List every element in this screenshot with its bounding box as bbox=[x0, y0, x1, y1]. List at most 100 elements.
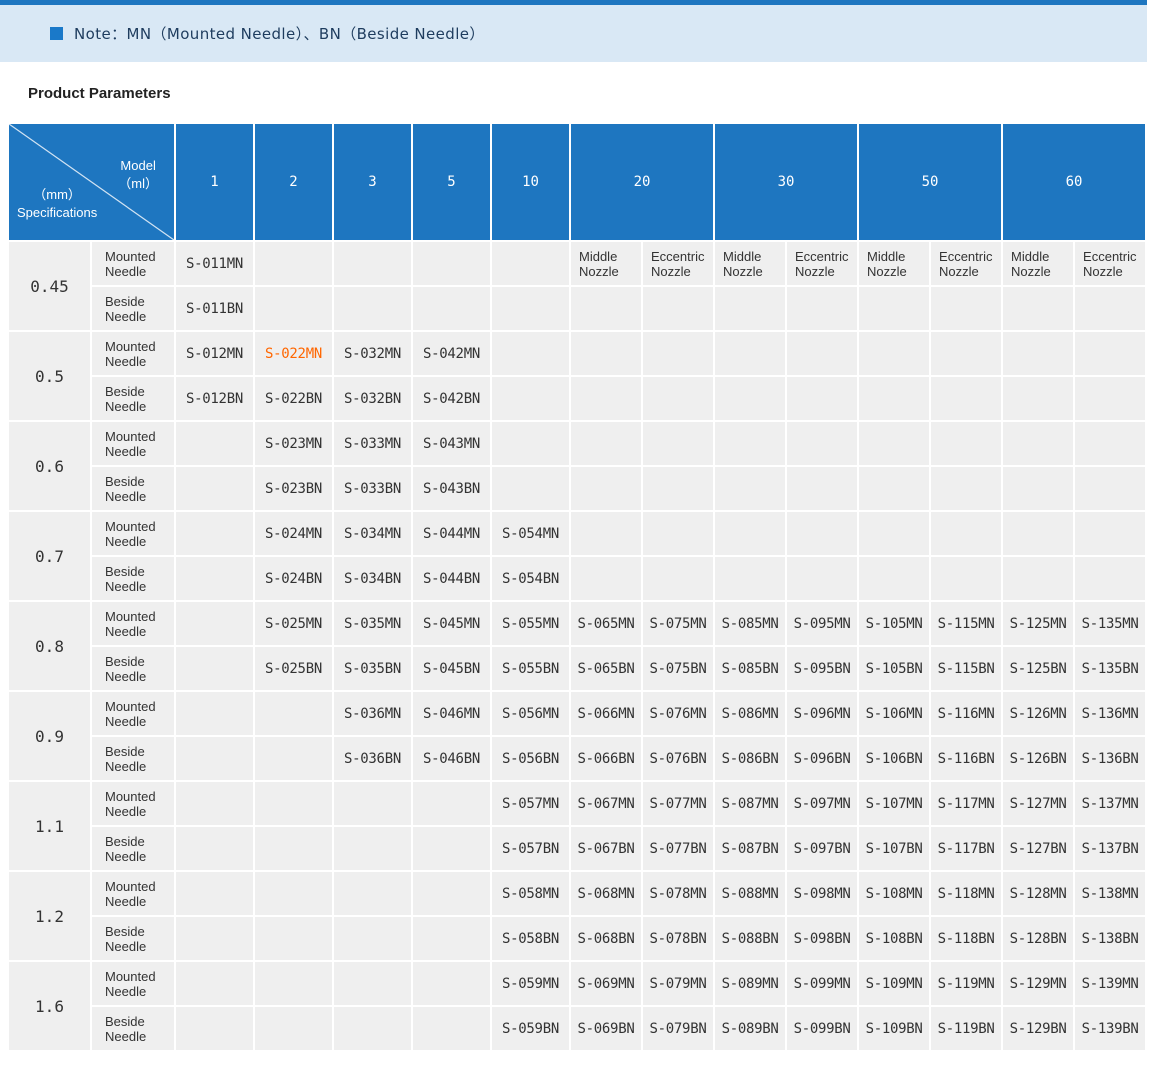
empty-cell bbox=[255, 692, 332, 735]
empty-cell bbox=[643, 377, 713, 420]
model-cell: S-118BN bbox=[931, 917, 1001, 960]
empty-cell bbox=[176, 1007, 253, 1050]
empty-cell bbox=[571, 422, 641, 465]
model-cell: S-118MN bbox=[931, 872, 1001, 915]
model-cell: S-054MN bbox=[492, 512, 569, 555]
empty-cell bbox=[787, 377, 857, 420]
corner-spec-text: Specifications bbox=[17, 204, 97, 222]
empty-cell bbox=[715, 467, 785, 510]
model-cell-highlighted[interactable]: S-022MN bbox=[255, 332, 332, 375]
mounted-needle-label: Mounted Needle bbox=[92, 512, 174, 555]
empty-cell bbox=[255, 827, 332, 870]
model-cell: S-033MN bbox=[334, 422, 411, 465]
model-cell: S-125MN bbox=[1003, 602, 1073, 645]
beside-needle-label: Beside Needle bbox=[92, 737, 174, 780]
empty-cell bbox=[334, 962, 411, 1005]
model-cell: S-069MN bbox=[571, 962, 641, 1005]
model-cell: S-067BN bbox=[571, 827, 641, 870]
model-cell: S-086MN bbox=[715, 692, 785, 735]
model-cell: S-034MN bbox=[334, 512, 411, 555]
empty-cell bbox=[931, 512, 1001, 555]
empty-cell bbox=[334, 782, 411, 825]
model-cell: S-137MN bbox=[1075, 782, 1145, 825]
model-cell: S-109MN bbox=[859, 962, 929, 1005]
model-cell: S-126MN bbox=[1003, 692, 1073, 735]
empty-cell bbox=[334, 827, 411, 870]
table-row: Beside NeedleS-024BNS-034BNS-044BNS-054B… bbox=[9, 557, 1145, 600]
table-row: 0.9Mounted NeedleS-036MNS-046MNS-056MNS-… bbox=[9, 692, 1145, 735]
table-row: 1.6Mounted NeedleS-059MNS-069MNS-079MNS-… bbox=[9, 962, 1145, 1005]
empty-cell bbox=[787, 512, 857, 555]
beside-needle-label: Beside Needle bbox=[92, 1007, 174, 1050]
spec-value: 0.45 bbox=[9, 242, 90, 330]
model-cell: S-046MN bbox=[413, 692, 490, 735]
model-cell: S-107BN bbox=[859, 827, 929, 870]
empty-cell bbox=[413, 782, 490, 825]
empty-cell bbox=[859, 422, 929, 465]
table-row: Beside NeedleS-025BNS-035BNS-045BNS-055B… bbox=[9, 647, 1145, 690]
model-cell: S-098BN bbox=[787, 917, 857, 960]
model-cell: S-096BN bbox=[787, 737, 857, 780]
empty-cell bbox=[334, 872, 411, 915]
empty-cell bbox=[787, 287, 857, 330]
empty-cell bbox=[492, 287, 569, 330]
model-cell: S-089MN bbox=[715, 962, 785, 1005]
empty-cell bbox=[492, 467, 569, 510]
empty-cell bbox=[255, 782, 332, 825]
note-bullet-icon bbox=[50, 27, 63, 40]
empty-cell bbox=[931, 557, 1001, 600]
table-header-row: Model （ml） （mm） Specifications 123510203… bbox=[9, 124, 1145, 240]
nozzle-type-header: Eccentric Nozzle bbox=[643, 242, 713, 285]
empty-cell bbox=[643, 287, 713, 330]
empty-cell bbox=[931, 422, 1001, 465]
empty-cell bbox=[859, 467, 929, 510]
empty-cell bbox=[413, 827, 490, 870]
nozzle-type-header: Middle Nozzle bbox=[715, 242, 785, 285]
model-cell: S-036MN bbox=[334, 692, 411, 735]
empty-cell bbox=[571, 332, 641, 375]
model-cell: S-107MN bbox=[859, 782, 929, 825]
volume-header-2: 2 bbox=[255, 124, 332, 240]
model-cell: S-119MN bbox=[931, 962, 1001, 1005]
table-corner-header: Model （ml） （mm） Specifications bbox=[9, 124, 174, 240]
model-cell: S-135MN bbox=[1075, 602, 1145, 645]
table-row: 1.1Mounted NeedleS-057MNS-067MNS-077MNS-… bbox=[9, 782, 1145, 825]
model-cell: S-116MN bbox=[931, 692, 1001, 735]
volume-header-1: 1 bbox=[176, 124, 253, 240]
empty-cell bbox=[571, 512, 641, 555]
spec-value: 0.7 bbox=[9, 512, 90, 600]
model-cell: S-043BN bbox=[413, 467, 490, 510]
model-cell: S-136MN bbox=[1075, 692, 1145, 735]
empty-cell bbox=[859, 512, 929, 555]
model-cell: S-033BN bbox=[334, 467, 411, 510]
model-cell: S-108BN bbox=[859, 917, 929, 960]
empty-cell bbox=[1075, 512, 1145, 555]
empty-cell bbox=[1003, 377, 1073, 420]
empty-cell bbox=[1075, 287, 1145, 330]
spec-value: 0.5 bbox=[9, 332, 90, 420]
nozzle-type-header: Eccentric Nozzle bbox=[931, 242, 1001, 285]
empty-cell bbox=[413, 242, 490, 285]
model-cell: S-058MN bbox=[492, 872, 569, 915]
empty-cell bbox=[176, 917, 253, 960]
spec-value: 1.6 bbox=[9, 962, 90, 1050]
empty-cell bbox=[1075, 332, 1145, 375]
empty-cell bbox=[176, 737, 253, 780]
model-cell: S-077MN bbox=[643, 782, 713, 825]
model-cell: S-087MN bbox=[715, 782, 785, 825]
corner-model-unit: （ml） bbox=[118, 175, 158, 193]
model-cell: S-035BN bbox=[334, 647, 411, 690]
beside-needle-label: Beside Needle bbox=[92, 377, 174, 420]
model-cell: S-012BN bbox=[176, 377, 253, 420]
model-cell: S-095MN bbox=[787, 602, 857, 645]
model-cell: S-128MN bbox=[1003, 872, 1073, 915]
model-cell: S-067MN bbox=[571, 782, 641, 825]
model-cell: S-044MN bbox=[413, 512, 490, 555]
model-cell: S-058BN bbox=[492, 917, 569, 960]
empty-cell bbox=[255, 872, 332, 915]
empty-cell bbox=[931, 377, 1001, 420]
model-cell: S-128BN bbox=[1003, 917, 1073, 960]
empty-cell bbox=[571, 467, 641, 510]
empty-cell bbox=[1003, 467, 1073, 510]
beside-needle-label: Beside Needle bbox=[92, 557, 174, 600]
